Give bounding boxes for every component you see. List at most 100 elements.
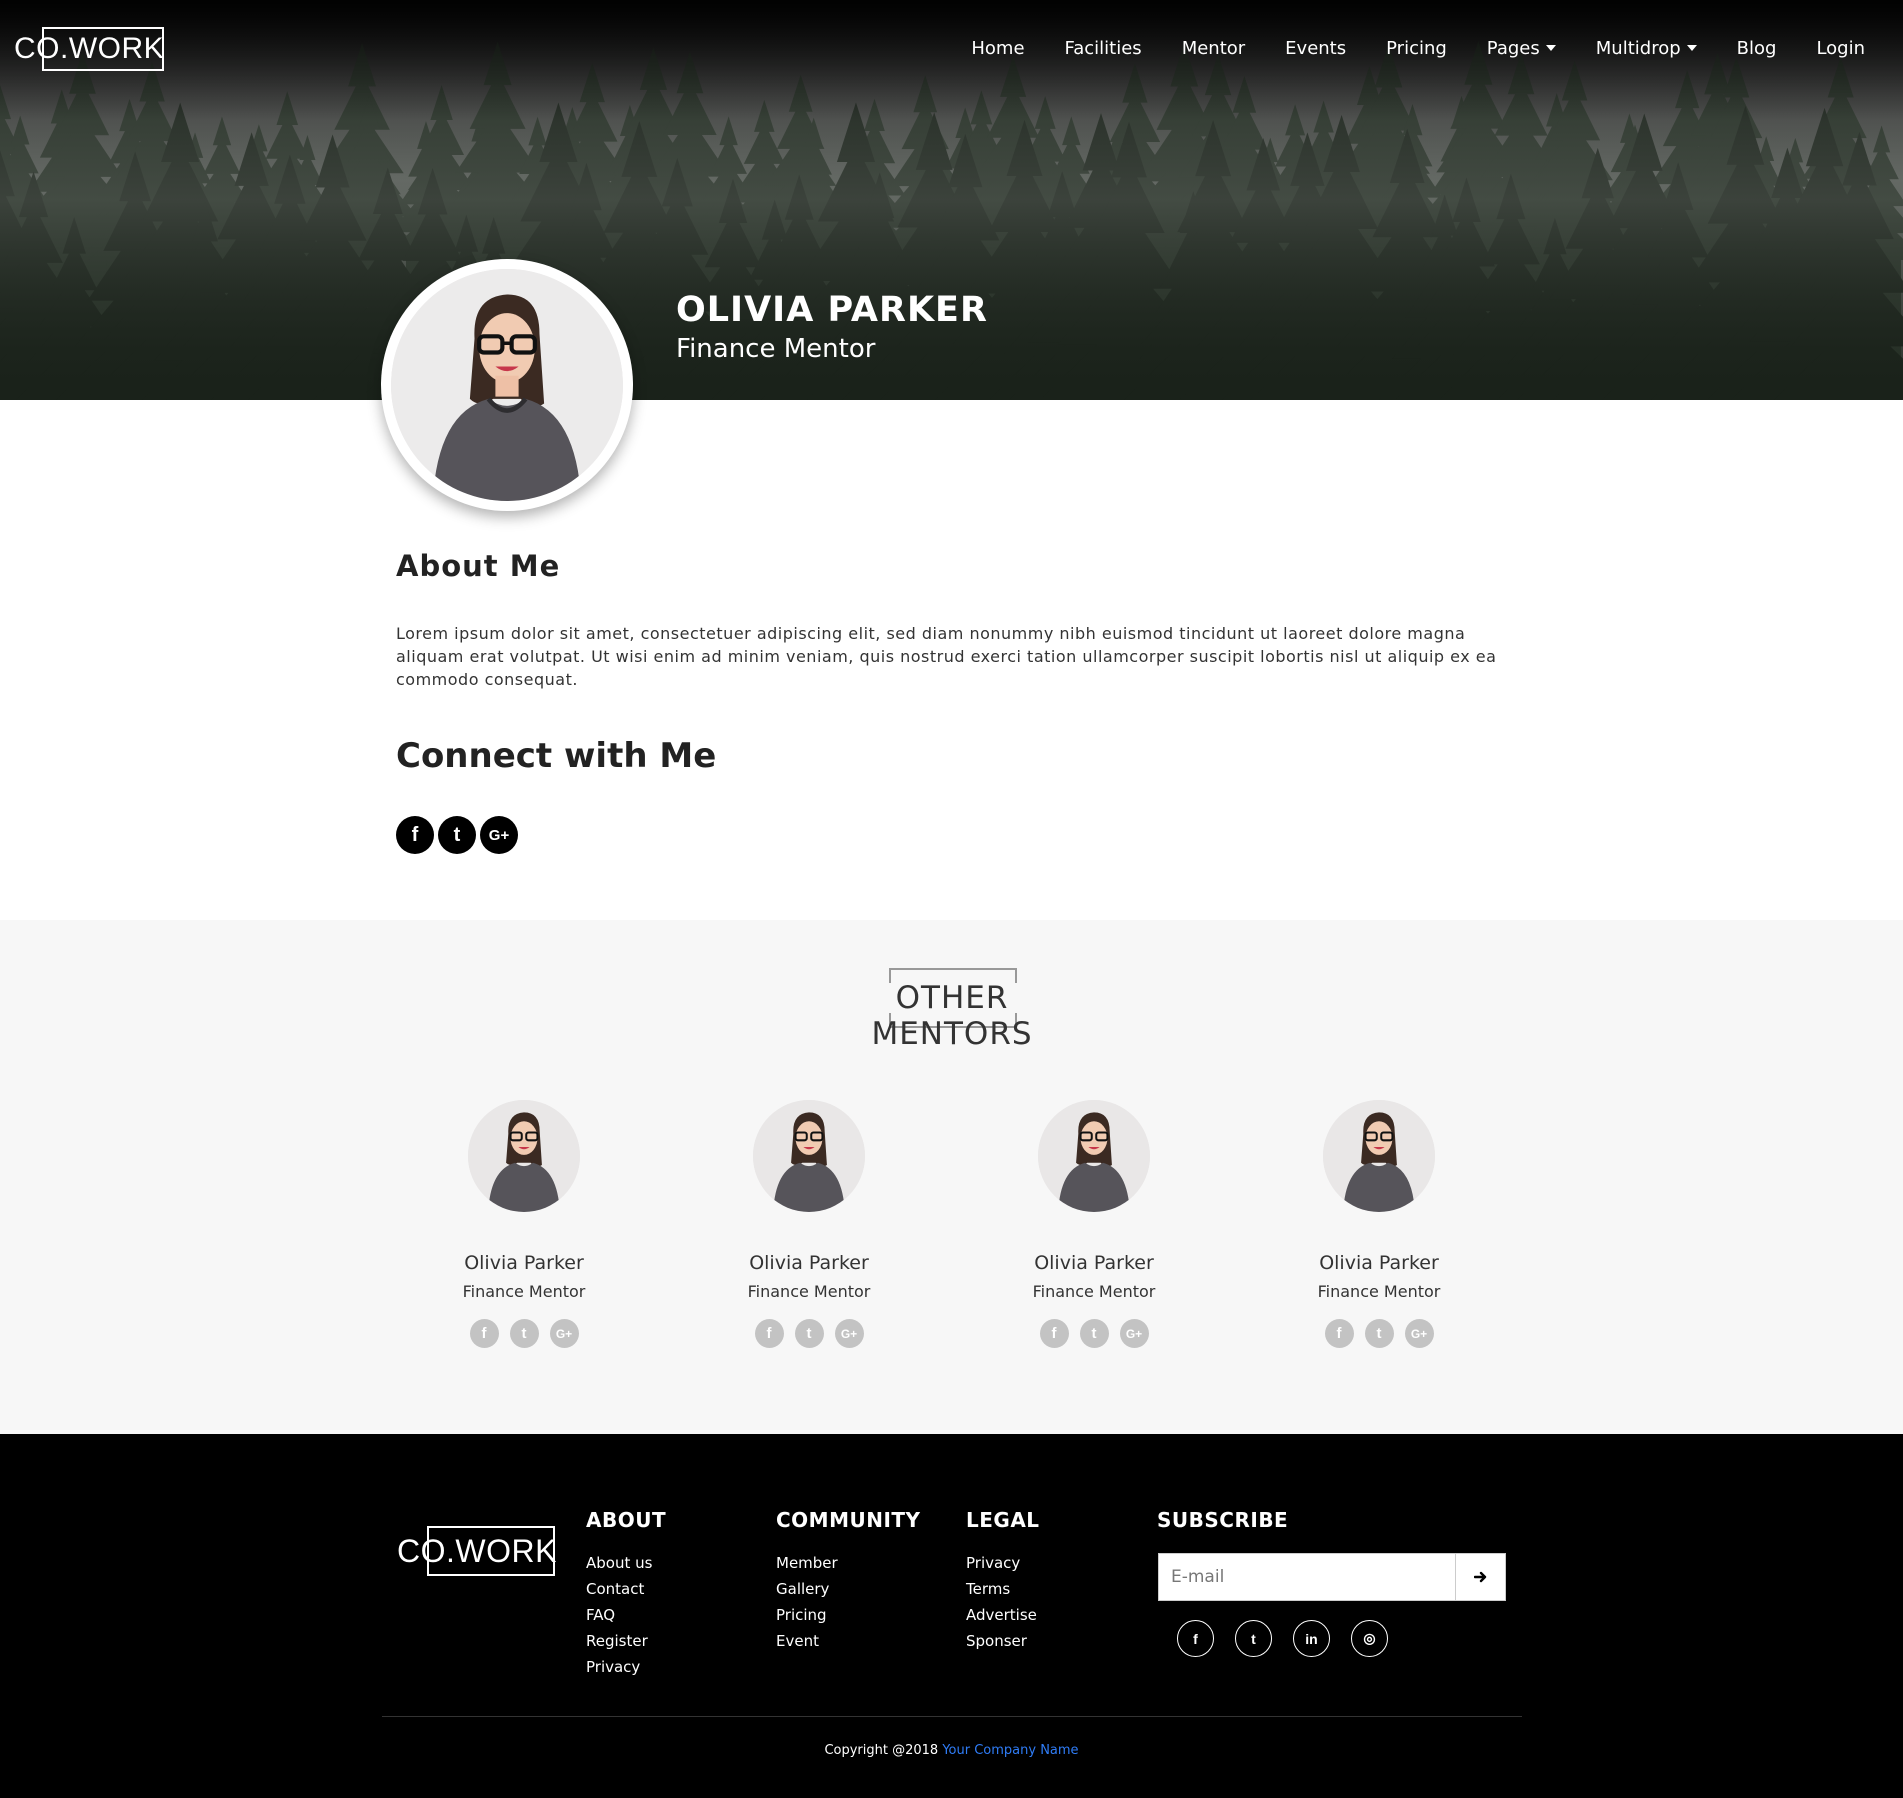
- google-plus-icon[interactable]: G+: [549, 1319, 579, 1348]
- person-portrait-image: [468, 1100, 580, 1212]
- other-mentors-heading: OTHER MENTORS: [871, 980, 1033, 1052]
- nav-events[interactable]: Events: [1265, 34, 1366, 62]
- google-plus-icon[interactable]: G+: [1404, 1319, 1434, 1348]
- nav-home[interactable]: Home: [951, 34, 1044, 62]
- nav-pricing[interactable]: Pricing: [1366, 34, 1467, 62]
- other-mentors-section: OTHER MENTORS Olivia Parker Finance Mento…: [0, 920, 1903, 1434]
- mentor-role: Finance Mentor: [1317, 1282, 1441, 1301]
- facebook-icon[interactable]: f: [396, 816, 434, 854]
- nav-label: Facilities: [1064, 37, 1142, 59]
- footer-link[interactable]: FAQ: [586, 1602, 666, 1628]
- arrow-right-icon: [1473, 1571, 1486, 1583]
- mentor-avatar: [1038, 1100, 1150, 1212]
- twitter-icon[interactable]: t: [438, 816, 476, 854]
- facebook-icon[interactable]: f: [1039, 1319, 1069, 1348]
- person-portrait-image: [753, 1100, 865, 1212]
- person-portrait-image: [391, 269, 623, 501]
- mentor-role: Finance Mentor: [747, 1282, 871, 1301]
- nav-label: Pages: [1486, 37, 1540, 59]
- footer-link[interactable]: Contact: [586, 1576, 666, 1602]
- mentor-name: Olivia Parker: [1319, 1252, 1439, 1274]
- person-portrait-image: [1038, 1100, 1150, 1212]
- footer-col-title: SUBSCRIBE: [1157, 1508, 1289, 1532]
- footer-link[interactable]: Gallery: [776, 1576, 921, 1602]
- nav-facilities[interactable]: Facilities: [1045, 34, 1162, 62]
- connect-heading: Connect with Me: [396, 736, 717, 776]
- mentor-card[interactable]: Olivia Parker Finance Mentor f t G+: [1279, 1100, 1479, 1348]
- facebook-icon[interactable]: f: [1177, 1620, 1214, 1657]
- hero-banner: CO.WORK Home Facilities Mentor Events Pr…: [0, 0, 1903, 400]
- subscribe-button[interactable]: [1456, 1553, 1506, 1601]
- twitter-icon[interactable]: t: [1079, 1319, 1109, 1348]
- footer-link[interactable]: About us: [586, 1550, 666, 1576]
- logo-text: CO.WORK: [397, 1533, 557, 1569]
- mentor-card[interactable]: Olivia Parker Finance Mentor f t G+: [424, 1100, 624, 1348]
- footer-link[interactable]: Pricing: [776, 1602, 921, 1628]
- instagram-icon[interactable]: ◎: [1351, 1620, 1388, 1657]
- copyright-text: Copyright @2018 Your Company Name: [0, 1743, 1903, 1758]
- facebook-icon[interactable]: f: [469, 1319, 499, 1348]
- twitter-icon[interactable]: t: [1364, 1319, 1394, 1348]
- about-paragraph: Lorem ipsum dolor sit amet, consectetuer…: [396, 624, 1497, 689]
- facebook-icon[interactable]: f: [754, 1319, 784, 1348]
- google-plus-icon[interactable]: G+: [834, 1319, 864, 1348]
- footer-logo[interactable]: CO.WORK: [397, 1526, 557, 1576]
- site-logo[interactable]: CO.WORK: [14, 27, 164, 71]
- footer-col-title: LEGAL: [966, 1508, 1040, 1532]
- mentor-social-icons: f t G+: [1279, 1319, 1479, 1348]
- twitter-icon[interactable]: t: [509, 1319, 539, 1348]
- google-plus-icon[interactable]: G+: [1119, 1319, 1149, 1348]
- footer-link[interactable]: Member: [776, 1550, 921, 1576]
- mentor-name: Olivia Parker: [464, 1252, 584, 1274]
- mentor-social-icons: f t G+: [424, 1319, 624, 1348]
- copyright-prefix: Copyright @2018: [824, 1743, 939, 1758]
- nav-login[interactable]: Login: [1796, 34, 1885, 62]
- footer-col-legal: LEGAL Privacy Terms Advertise Sponser: [966, 1508, 1040, 1654]
- footer-link[interactable]: Privacy: [586, 1654, 666, 1680]
- google-plus-icon[interactable]: G+: [480, 816, 518, 854]
- footer-social-icons: f t in ◎: [1177, 1620, 1388, 1657]
- footer-col-subscribe: SUBSCRIBE: [1157, 1508, 1288, 1550]
- facebook-icon[interactable]: f: [1324, 1319, 1354, 1348]
- mentor-name: Olivia Parker: [749, 1252, 869, 1274]
- company-link[interactable]: Your Company Name: [942, 1743, 1078, 1758]
- email-field[interactable]: [1158, 1553, 1456, 1601]
- mentor-avatar: [753, 1100, 865, 1212]
- nav-label: Multidrop: [1595, 37, 1681, 59]
- caret-down-icon: [1545, 45, 1556, 51]
- linkedin-icon[interactable]: in: [1293, 1620, 1330, 1657]
- mentor-social-icons: f t G+: [709, 1319, 909, 1348]
- person-portrait-image: [1323, 1100, 1435, 1212]
- about-heading: About Me: [396, 549, 561, 583]
- profile-role: Finance Mentor: [676, 334, 876, 364]
- mentor-card[interactable]: Olivia Parker Finance Mentor f t G+: [709, 1100, 909, 1348]
- footer-divider: [382, 1716, 1522, 1717]
- mentor-card[interactable]: Olivia Parker Finance Mentor f t G+: [994, 1100, 1194, 1348]
- nav-label: Pricing: [1386, 37, 1447, 59]
- nav-label: Login: [1816, 37, 1865, 59]
- nav-mentor[interactable]: Mentor: [1162, 34, 1265, 62]
- nav-label: Events: [1285, 37, 1347, 59]
- twitter-icon[interactable]: t: [1235, 1620, 1272, 1657]
- footer-link[interactable]: Sponser: [966, 1628, 1040, 1654]
- profile-name: OLIVIA PARKER: [676, 290, 988, 330]
- section-title: OTHER MENTORS: [813, 968, 1091, 1052]
- nav-label: Blog: [1736, 37, 1777, 59]
- nav-blog[interactable]: Blog: [1717, 34, 1797, 62]
- site-footer: CO.WORK ABOUT About us Contact FAQ Regis…: [0, 1434, 1903, 1798]
- footer-col-about: ABOUT About us Contact FAQ Register Priv…: [586, 1508, 666, 1680]
- caret-down-icon: [1686, 45, 1697, 51]
- footer-link[interactable]: Terms: [966, 1576, 1040, 1602]
- twitter-icon[interactable]: t: [794, 1319, 824, 1348]
- mentor-social-icons: f t G+: [994, 1319, 1194, 1348]
- nav-multidrop-dropdown[interactable]: Multidrop: [1576, 34, 1717, 62]
- footer-col-community: COMMUNITY Member Gallery Pricing Event: [776, 1508, 921, 1654]
- mentor-role: Finance Mentor: [1032, 1282, 1156, 1301]
- footer-link[interactable]: Privacy: [966, 1550, 1040, 1576]
- main-nav: Home Facilities Mentor Events Pricing Pa…: [951, 34, 1885, 62]
- footer-link[interactable]: Register: [586, 1628, 666, 1654]
- mentor-avatar: [468, 1100, 580, 1212]
- footer-link[interactable]: Advertise: [966, 1602, 1040, 1628]
- footer-link[interactable]: Event: [776, 1628, 921, 1654]
- nav-pages-dropdown[interactable]: Pages: [1467, 34, 1576, 62]
